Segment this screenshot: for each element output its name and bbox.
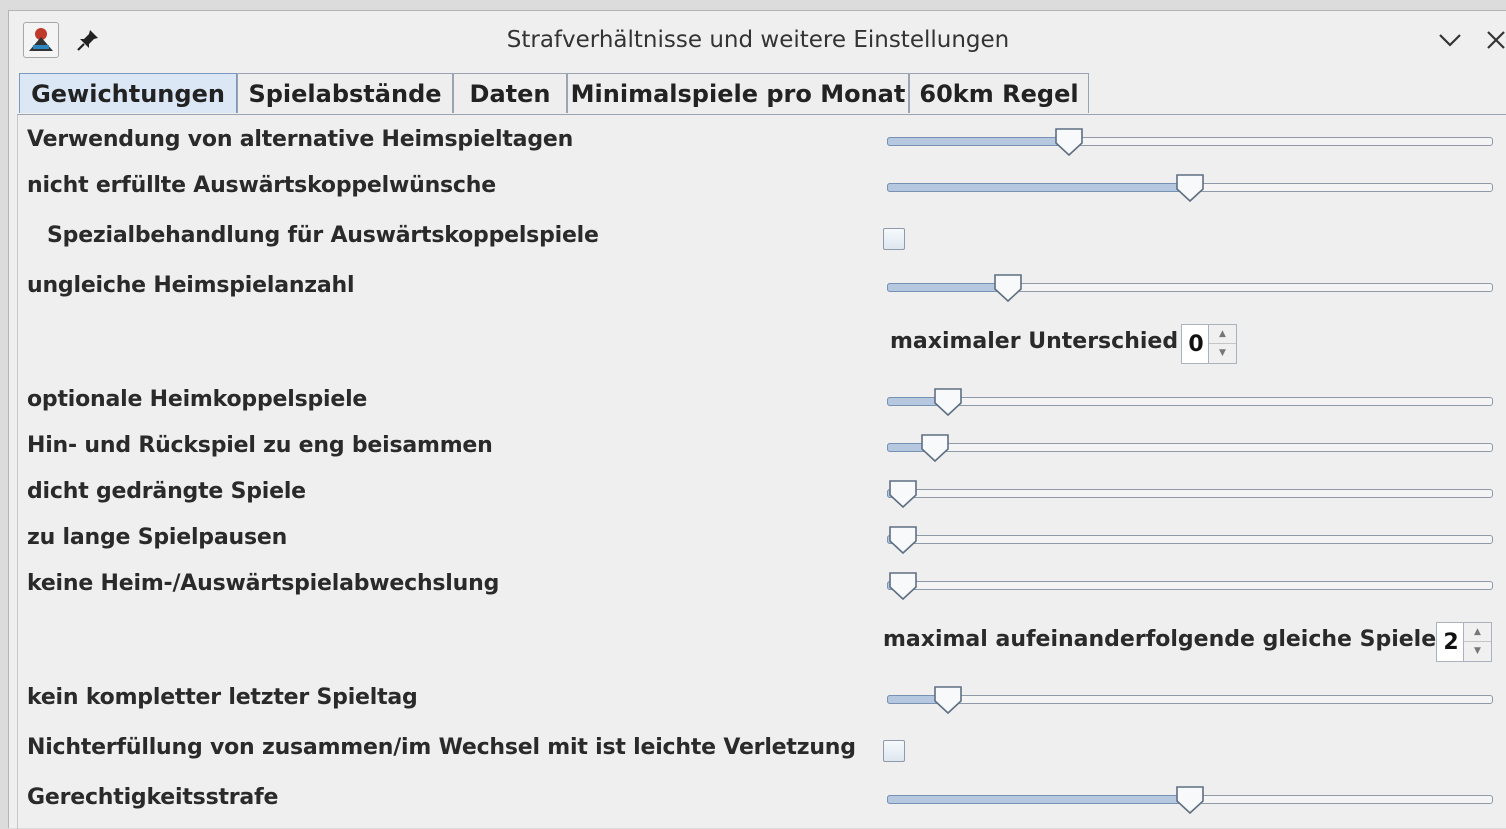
slider-thumb[interactable] [1053,126,1085,158]
tab-spielabstaende[interactable]: Spielabstände [237,73,453,113]
slider-track[interactable] [887,443,1493,452]
spinner-buttons: ▲ ▼ [1208,325,1236,363]
slider-thumb[interactable] [887,478,919,510]
slider-thumb[interactable] [919,432,951,464]
label-long-breaks: zu lange Spielpausen [27,525,288,550]
slider-away-pair-wishes[interactable] [887,173,1493,203]
checkbox-away-pair-special[interactable] [883,228,905,250]
label-together-minor: Nichterfüllung von zusammen/im Wechsel m… [27,735,856,760]
label-dense-games: dicht gedrängte Spiele [27,479,306,504]
window-title: Strafverhältnisse und weitere Einstellun… [506,27,1010,53]
slider-thumb[interactable] [932,684,964,716]
close-icon[interactable] [1485,29,1506,55]
slider-track[interactable] [887,695,1493,704]
label-return-match-close: Hin- und Rückspiel zu eng beisammen [27,433,493,458]
slider-thumb[interactable] [887,524,919,556]
slider-thumb[interactable] [1174,784,1206,816]
spin-down-icon[interactable]: ▼ [1209,344,1236,363]
slider-thumb[interactable] [932,386,964,418]
tab-gewichtungen[interactable]: Gewichtungen [19,73,237,113]
slider-long-breaks[interactable] [887,525,1493,555]
slider-fill [887,137,1069,146]
spin-up-icon[interactable]: ▲ [1464,623,1491,642]
spinner-value[interactable]: 0 [1184,332,1208,357]
label-max-difference: maximaler Unterschied [890,329,1179,354]
tab-daten[interactable]: Daten [453,73,567,113]
label-max-consecutive: maximal aufeinanderfolgende gleiche Spie… [883,627,1437,652]
spin-up-icon[interactable]: ▲ [1209,325,1236,344]
spinner-value[interactable]: 2 [1439,630,1463,655]
spin-down-icon[interactable]: ▼ [1464,642,1491,661]
slider-thumb[interactable] [887,570,919,602]
label-alt-home-days: Verwendung von alternative Heimspieltage… [27,127,574,152]
slider-track[interactable] [887,535,1493,544]
slider-no-alternation[interactable] [887,571,1493,601]
slider-dense-games[interactable] [887,479,1493,509]
slider-fill [887,795,1190,804]
tab-60km-regel[interactable]: 60km Regel [909,73,1089,113]
label-home-count: ungleiche Heimspielanzahl [27,273,355,298]
slider-incomplete-last-day[interactable] [887,685,1493,715]
checkbox-together-minor[interactable] [883,740,905,762]
label-optional-home-pairs: optionale Heimkoppelspiele [27,387,368,412]
spinner-max-consecutive[interactable]: 2 ▲ ▼ [1436,622,1492,662]
label-away-pair-special: Spezialbehandlung für Auswärtskoppelspie… [47,223,599,248]
slider-optional-home-pairs[interactable] [887,387,1493,417]
slider-fairness-penalty[interactable] [887,785,1493,815]
slider-track[interactable] [887,397,1493,406]
title-bar: Strafverhältnisse und weitere Einstellun… [9,11,1506,69]
label-no-alternation: keine Heim-/Auswärtspielabwechslung [27,571,500,596]
label-incomplete-last-day: kein kompletter letzter Spieltag [27,685,418,710]
slider-thumb[interactable] [992,272,1024,304]
label-away-pair-wishes: nicht erfüllte Auswärtskoppelwünsche [27,173,496,198]
slider-track[interactable] [887,581,1493,590]
tab-minimalspiele[interactable]: Minimalspiele pro Monat [567,73,909,113]
spinner-max-difference[interactable]: 0 ▲ ▼ [1181,324,1237,364]
slider-track[interactable] [887,489,1493,498]
spinner-buttons: ▲ ▼ [1463,623,1491,661]
slider-fill [887,283,1009,292]
settings-window: Strafverhältnisse und weitere Einstellun… [8,10,1506,829]
slider-alt-home-days[interactable] [887,127,1493,157]
slider-fill [887,183,1190,192]
slider-home-count[interactable] [887,273,1493,303]
label-fairness-penalty: Gerechtigkeitsstrafe [27,785,279,810]
slider-thumb[interactable] [1174,172,1206,204]
settings-panel [17,114,1506,829]
slider-return-match-close[interactable] [887,433,1493,463]
chevron-down-icon[interactable] [1437,31,1463,53]
